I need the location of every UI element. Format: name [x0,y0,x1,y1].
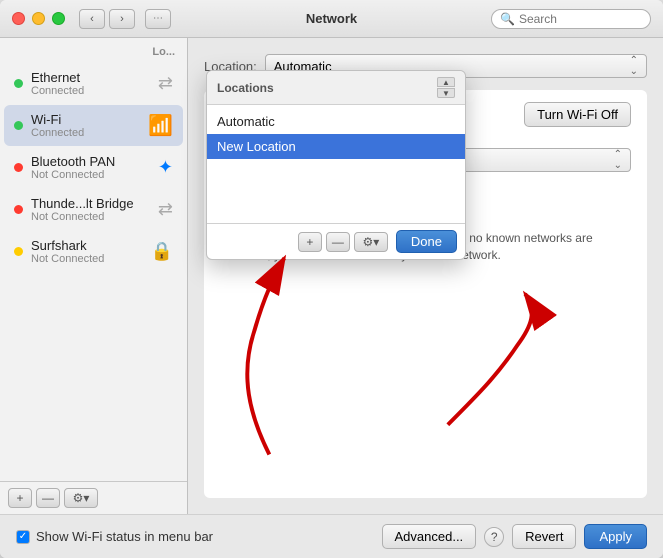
sidebar-item-name-surfshark: Surfshark [31,238,147,253]
minimize-button[interactable] [32,12,45,25]
titlebar: ‹ › ⋯ Network 🔍 [0,0,663,38]
surfshark-icon: 🔒 [151,241,173,262]
sidebar-item-thunderbolt[interactable]: Thunde...lt Bridge Not Connected ⇄ [4,189,183,230]
sidebar-item-ethernet[interactable]: Ethernet Connected ⇄ [4,63,183,104]
dropdown-header-label: Locations [217,81,274,95]
dropdown-empty-area [207,163,465,223]
network-chevron-icon: ⌃⌄ [614,149,622,171]
sidebar-item-status-surfshark: Not Connected [31,253,147,265]
search-input[interactable] [519,12,649,26]
dropdown-footer: + — ⚙▾ Done [207,223,465,259]
close-button[interactable] [12,12,25,25]
window-title: Network [306,11,357,26]
back-button[interactable]: ‹ [79,9,105,29]
status-dot-bluetooth [14,163,23,172]
dropdown-stepper: ▲ ▼ [437,77,455,98]
remove-network-button[interactable]: — [36,488,60,508]
traffic-lights [12,12,65,25]
revert-button[interactable]: Revert [512,524,576,549]
show-wifi-label: Show Wi-Fi status in menu bar [36,529,213,544]
sidebar: Lo... Ethernet Connected ⇄ Wi-Fi [0,38,188,514]
main-content: Lo... Ethernet Connected ⇄ Wi-Fi [0,38,663,514]
advanced-button[interactable]: Advanced... [382,524,477,549]
turn-wifi-button[interactable]: Turn Wi-Fi Off [524,102,631,127]
right-panel: Location: Automatic ⌃⌄ GBTube_5GHz and h… [188,38,663,514]
status-dot-wifi [14,121,23,130]
sidebar-item-status-thunderbolt: Not Connected [31,211,154,223]
dropdown-item-automatic[interactable]: Automatic [207,109,465,134]
bottom-bar: ✓ Show Wi-Fi status in menu bar Advanced… [0,514,663,558]
gear-button[interactable]: ⚙▾ [64,488,98,508]
dropdown-gear-button[interactable]: ⚙▾ [354,232,388,252]
sidebar-item-surfshark[interactable]: Surfshark Not Connected 🔒 [4,231,183,272]
grid-button[interactable]: ⋯ [145,9,171,29]
maximize-button[interactable] [52,12,65,25]
status-dot-surfshark [14,247,23,256]
chevron-down-icon: ⌃⌄ [630,55,638,77]
sidebar-item-name-thunderbolt: Thunde...lt Bridge [31,196,154,211]
help-button[interactable]: ? [484,527,504,547]
network-window: ‹ › ⋯ Network 🔍 Lo... Ethernet Connected [0,0,663,558]
stepper-down-button[interactable]: ▼ [437,88,455,98]
nav-buttons: ‹ › [79,9,135,29]
stepper-up-button[interactable]: ▲ [437,77,455,87]
dropdown-header: Locations ▲ ▼ [207,71,465,105]
show-wifi-checkbox[interactable]: ✓ [16,530,30,544]
sidebar-items: Ethernet Connected ⇄ Wi-Fi Connected 📶 [0,62,187,481]
sidebar-item-name-wifi: Wi-Fi [31,112,144,127]
ethernet-icon: ⇄ [158,73,173,94]
apply-button[interactable]: Apply [584,524,647,549]
add-network-button[interactable]: + [8,488,32,508]
show-wifi-row: ✓ Show Wi-Fi status in menu bar [16,529,213,544]
bottom-right-buttons: Advanced... ? Revert Apply [382,524,647,549]
sidebar-header: Lo... [0,38,187,62]
status-dot-thunderbolt [14,205,23,214]
sidebar-item-bluetooth[interactable]: Bluetooth PAN Not Connected ✦ [4,147,183,188]
dropdown-item-new-location[interactable]: New Location [207,134,465,159]
action-buttons: Revert Apply [512,524,647,549]
forward-button[interactable]: › [109,9,135,29]
bluetooth-icon: ✦ [158,157,173,178]
sidebar-item-name-ethernet: Ethernet [31,70,154,85]
sidebar-item-status-ethernet: Connected [31,85,154,97]
search-box[interactable]: 🔍 [491,9,651,29]
sidebar-item-status-wifi: Connected [31,127,144,139]
done-button[interactable]: Done [396,230,457,253]
dropdown-remove-button[interactable]: — [326,232,350,252]
search-icon: 🔍 [500,12,515,26]
dropdown-list: Automatic New Location [207,105,465,163]
status-dot-ethernet [14,79,23,88]
dropdown-add-button[interactable]: + [298,232,322,252]
sidebar-item-status-bluetooth: Not Connected [31,169,154,181]
sidebar-bottom-bar: + — ⚙▾ [0,481,187,514]
sidebar-item-name-bluetooth: Bluetooth PAN [31,154,154,169]
wifi-icon: 📶 [148,113,173,138]
thunderbolt-icon: ⇄ [158,199,173,220]
locations-dropdown[interactable]: Locations ▲ ▼ Automatic New Location + — [206,70,466,260]
sidebar-item-wifi[interactable]: Wi-Fi Connected 📶 [4,105,183,146]
